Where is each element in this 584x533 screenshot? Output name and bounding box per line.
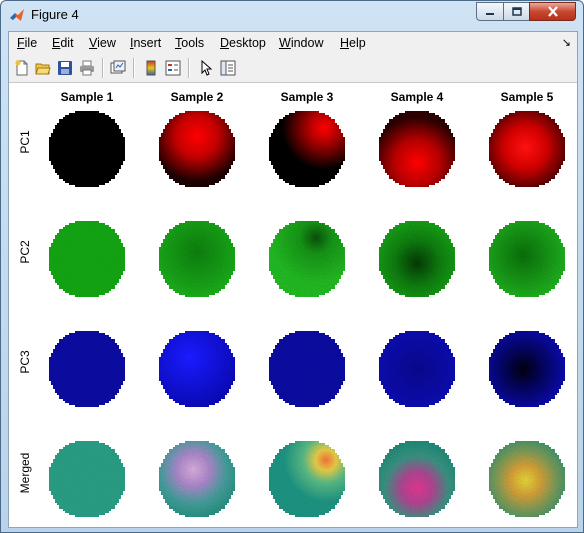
link-plot-button[interactable]	[109, 59, 127, 77]
toolbar-separator	[102, 58, 104, 78]
image-pc2-sample-1	[49, 221, 125, 297]
pointer-icon	[201, 60, 213, 76]
figure-window: Figure 4 File Edit View Insert Tools Des…	[0, 0, 584, 533]
dock-figure-icon[interactable]: ↘	[562, 36, 571, 49]
save-button[interactable]	[56, 59, 74, 77]
column-title-sample-4: Sample 4	[390, 90, 444, 104]
toolbar-separator	[133, 58, 135, 78]
image-pc3-sample-3	[269, 331, 345, 407]
image-pc2-sample-3	[269, 221, 345, 297]
image-merged-sample-5	[489, 441, 565, 517]
menu-window[interactable]: Window	[279, 36, 323, 50]
image-pc1-sample-4	[379, 111, 455, 187]
image-pc3-sample-2	[159, 331, 235, 407]
row-label-pc1: PC1	[18, 130, 32, 154]
figure-toolbar	[9, 54, 577, 83]
menu-tools[interactable]: Tools	[175, 36, 204, 50]
toolbar-separator	[188, 58, 190, 78]
row-label-pc2: PC2	[18, 240, 32, 264]
save-icon	[58, 61, 72, 75]
image-pc3-sample-5	[489, 331, 565, 407]
print-icon	[80, 60, 94, 76]
image-pc1-sample-5	[489, 111, 565, 187]
colorbar-button[interactable]	[142, 59, 160, 77]
column-title-sample-5: Sample 5	[500, 90, 554, 104]
image-pc2-sample-5	[489, 221, 565, 297]
window-title: Figure 4	[31, 7, 79, 22]
print-button[interactable]	[78, 59, 96, 77]
column-title-sample-2: Sample 2	[170, 90, 224, 104]
maximize-icon	[511, 7, 522, 16]
link-plot-icon	[110, 60, 126, 74]
property-editor-icon	[220, 60, 236, 76]
open-file-icon	[35, 63, 51, 75]
property-editor-button[interactable]	[219, 59, 237, 77]
menu-help[interactable]: Help	[340, 36, 366, 50]
menu-view[interactable]: View	[89, 36, 116, 50]
new-figure-button[interactable]	[13, 59, 31, 77]
maximize-button[interactable]	[503, 2, 530, 21]
image-pc3-sample-4	[379, 331, 455, 407]
image-merged-sample-2	[159, 441, 235, 517]
figure-canvas[interactable]: Sample 1 Sample 2 Sample 3 Sample 4 Samp…	[9, 83, 577, 527]
legend-button[interactable]	[164, 59, 182, 77]
image-merged-sample-1	[49, 441, 125, 517]
column-title-sample-3: Sample 3	[280, 90, 334, 104]
legend-icon	[165, 60, 181, 76]
image-pc2-sample-4	[379, 221, 455, 297]
image-merged-sample-3	[269, 441, 345, 517]
image-pc3-sample-1	[49, 331, 125, 407]
title-bar[interactable]: Figure 4	[1, 1, 583, 31]
menu-edit[interactable]: Edit	[52, 36, 74, 50]
image-pc1-sample-3	[269, 111, 345, 187]
minimize-button[interactable]	[476, 2, 504, 21]
image-merged-sample-4	[379, 441, 455, 517]
minimize-icon	[486, 12, 494, 15]
row-label-merged: Merged	[18, 452, 32, 494]
menu-desktop[interactable]: Desktop	[220, 36, 266, 50]
row-label-pc3: PC3	[18, 350, 32, 374]
menu-insert[interactable]: Insert	[130, 36, 161, 50]
window-client: File Edit View Insert Tools Desktop Wind…	[8, 31, 578, 528]
menu-file[interactable]: File	[17, 36, 37, 50]
close-icon	[547, 6, 558, 17]
image-pc1-sample-2	[159, 111, 235, 187]
image-pc1-sample-1	[49, 111, 125, 187]
column-title-sample-1: Sample 1	[60, 90, 114, 104]
new-figure-icon	[15, 60, 28, 76]
matlab-logo-icon	[10, 9, 24, 21]
edit-plot-button[interactable]	[197, 59, 215, 77]
menu-bar: File Edit View Insert Tools Desktop Wind…	[9, 32, 577, 54]
close-button[interactable]	[529, 2, 576, 21]
open-file-button[interactable]	[34, 59, 52, 77]
image-pc2-sample-2	[159, 221, 235, 297]
colorbar-icon	[146, 60, 156, 76]
